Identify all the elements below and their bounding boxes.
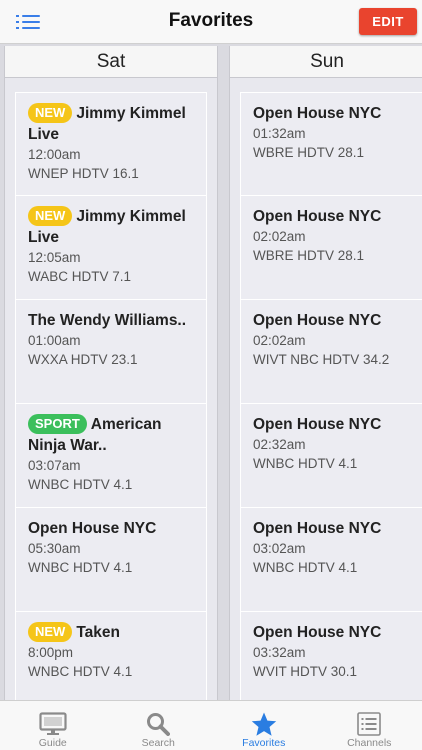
show-card[interactable]: Open House NYC 03:02am WNBC HDTV 4.1 bbox=[240, 508, 422, 612]
show-title-line: NEW Jimmy Kimmel Live bbox=[28, 103, 196, 145]
show-title-line: The Wendy Williams.. bbox=[28, 310, 196, 331]
show-title: Open House NYC bbox=[253, 208, 382, 225]
show-card[interactable]: NEW Taken 8:00pm WNBC HDTV 4.1 bbox=[15, 612, 207, 700]
show-time: 05:30am bbox=[28, 541, 81, 556]
show-channel: WNBC HDTV 4.1 bbox=[28, 560, 133, 575]
show-channel: WBRE HDTV 28.1 bbox=[253, 248, 365, 263]
show-title: Open House NYC bbox=[253, 416, 382, 433]
show-title: Open House NYC bbox=[253, 624, 382, 641]
show-card[interactable]: Open House NYC 03:32am WVIT HDTV 30.1 bbox=[240, 612, 422, 700]
show-channel: WXXA HDTV 23.1 bbox=[28, 352, 138, 367]
show-time: 02:32am bbox=[253, 437, 306, 452]
show-title: Open House NYC bbox=[28, 520, 157, 537]
tab-label: Channels bbox=[347, 737, 392, 749]
show-card[interactable]: SPORT American Ninja War.. 03:07am WNBC HDT… bbox=[15, 404, 207, 508]
show-channel: WBRE HDTV 28.1 bbox=[253, 145, 365, 160]
show-title: The Wendy Williams.. bbox=[28, 312, 187, 329]
show-title: Open House NYC bbox=[253, 520, 382, 537]
day-column-sat: Sat NEW Jimmy Kimmel Live 12:00am WNEP HDTV… bbox=[4, 46, 218, 700]
show-title-line: Open House NYC bbox=[28, 518, 196, 539]
show-title-line: SPORT American Ninja War.. bbox=[28, 414, 196, 456]
show-title-line: Open House NYC bbox=[253, 206, 415, 227]
show-title-line: Open House NYC bbox=[253, 622, 415, 643]
show-card[interactable]: Open House NYC 02:02am WIVT NBC HDTV 34.2 bbox=[240, 300, 422, 404]
tab-guide[interactable]: Guide bbox=[0, 701, 106, 750]
day-column-sun: Sun Open House NYC 01:32am WBRE HDTV 28.1 O… bbox=[229, 46, 422, 700]
tab-label: Search bbox=[141, 737, 175, 749]
show-title-line: NEW Jimmy Kimmel Live bbox=[28, 206, 196, 248]
show-title-line: Open House NYC bbox=[253, 103, 415, 124]
show-channel: WABC HDTV 7.1 bbox=[28, 269, 132, 284]
show-card[interactable]: The Wendy Williams.. 01:00am WXXA HDTV 23.… bbox=[15, 300, 207, 404]
show-time: 02:02am bbox=[253, 333, 306, 348]
show-list: Open House NYC 01:32am WBRE HDTV 28.1 Open … bbox=[230, 78, 422, 700]
tab-channels[interactable]: Channels bbox=[317, 701, 422, 750]
show-time: 02:02am bbox=[253, 229, 306, 244]
show-title-line: Open House NYC bbox=[253, 518, 415, 539]
show-channel: WNBC HDTV 4.1 bbox=[28, 477, 133, 492]
show-card[interactable]: Open House NYC 02:02am WBRE HDTV 28.1 bbox=[240, 196, 422, 300]
show-channel: WNBC HDTV 4.1 bbox=[253, 456, 358, 471]
tab-label: Guide bbox=[38, 737, 67, 749]
show-list: NEW Jimmy Kimmel Live 12:00am WNEP HDTV 16.… bbox=[5, 78, 217, 700]
new-badge: NEW bbox=[28, 103, 73, 123]
show-time: 01:32am bbox=[253, 126, 306, 141]
favorites-grid: Sat NEW Jimmy Kimmel Live 12:00am WNEP HDTV… bbox=[0, 44, 422, 700]
show-title: Open House NYC bbox=[253, 105, 382, 122]
show-card[interactable]: Open House NYC 01:32am WBRE HDTV 28.1 bbox=[240, 92, 422, 196]
show-time: 12:05am bbox=[28, 250, 81, 265]
sport-badge: SPORT bbox=[28, 414, 87, 434]
tab-label: Favorites bbox=[242, 737, 286, 749]
show-card[interactable]: Open House NYC 05:30am WNBC HDTV 4.1 bbox=[15, 508, 207, 612]
show-time: 03:07am bbox=[28, 458, 81, 473]
show-channel: WNBC HDTV 4.1 bbox=[28, 664, 133, 679]
show-title-line: Open House NYC bbox=[253, 310, 415, 331]
show-channel: WVIT HDTV 30.1 bbox=[253, 664, 358, 679]
show-title: Taken bbox=[76, 624, 120, 641]
new-badge: NEW bbox=[28, 206, 73, 226]
new-badge: NEW bbox=[28, 622, 73, 642]
edit-button[interactable]: EDIT bbox=[359, 8, 417, 35]
show-title: Open House NYC bbox=[253, 312, 382, 329]
day-header: Sun bbox=[230, 46, 422, 78]
show-time: 01:00am bbox=[28, 333, 81, 348]
show-card[interactable]: NEW Jimmy Kimmel Live 12:00am WNEP HDTV 16.… bbox=[15, 92, 207, 196]
tab-favorites[interactable]: Favorites bbox=[211, 701, 317, 750]
show-channel: WIVT NBC HDTV 34.2 bbox=[253, 352, 390, 367]
nav-bar: Favorites EDIT bbox=[0, 0, 422, 44]
show-time: 03:02am bbox=[253, 541, 306, 556]
show-time: 03:32am bbox=[253, 645, 306, 660]
show-channel: WNBC HDTV 4.1 bbox=[253, 560, 358, 575]
show-channel: WNEP HDTV 16.1 bbox=[28, 166, 139, 181]
show-title-line: Open House NYC bbox=[253, 414, 415, 435]
show-title-line: NEW Taken bbox=[28, 622, 196, 643]
show-time: 8:00pm bbox=[28, 645, 74, 660]
show-card[interactable]: Open House NYC 02:32am WNBC HDTV 4.1 bbox=[240, 404, 422, 508]
show-card[interactable]: NEW Jimmy Kimmel Live 12:05am WABC HDTV 7.1 bbox=[15, 196, 207, 300]
show-time: 12:00am bbox=[28, 147, 81, 162]
tab-bar: Guide Search Favorites Channels bbox=[0, 700, 422, 750]
tab-search[interactable]: Search bbox=[106, 701, 212, 750]
day-header: Sat bbox=[5, 46, 217, 78]
